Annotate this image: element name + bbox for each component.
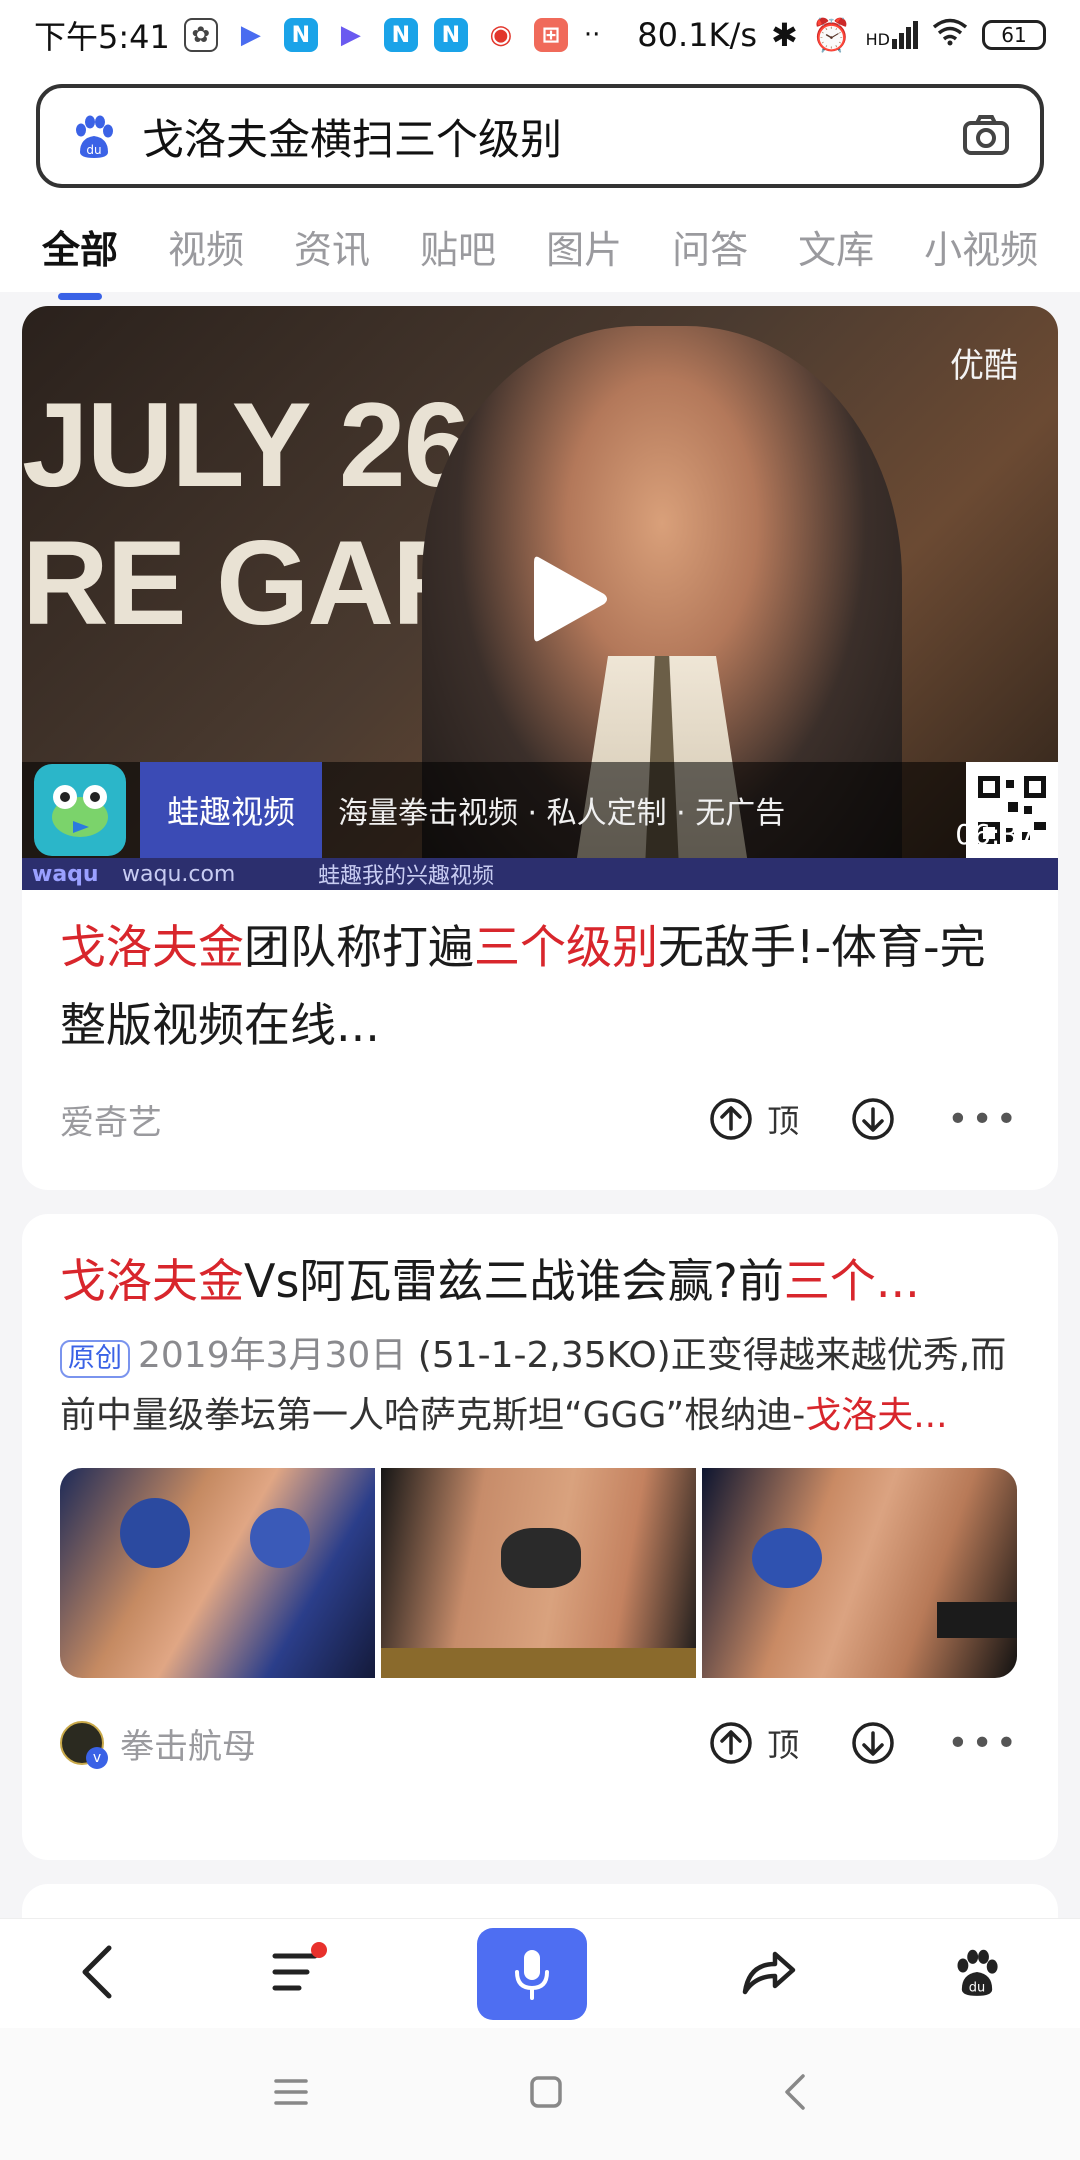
weibo-app-icon: ◉ [489, 20, 513, 50]
result-source: 爱奇艺 [60, 1102, 162, 1143]
play-icon[interactable] [530, 552, 610, 646]
strip-text: 蛙趣我的兴趣视频 [318, 864, 495, 889]
browser-toolbar: du [0, 1918, 1080, 2028]
baidu-paw-app-icon: ✿ [183, 18, 218, 52]
result-title[interactable]: 戈洛夫金团队称打遍三个级别无敌手!-体育-完整版视频在线... [22, 890, 1058, 1064]
baidu-logo-icon: du [68, 110, 120, 162]
svg-text:du: du [86, 143, 101, 157]
video-thumbnail[interactable]: JULY 26 RE GARDE 优酷 蛙趣视频 海量拳击视频 · 私人定制 ·… [22, 306, 1058, 890]
tab-images[interactable]: 图片 [546, 219, 622, 274]
upvote-label[interactable]: 顶 [767, 1720, 799, 1766]
video-ad-banner: 蛙趣视频 海量拳击视频 · 私人定制 · 无广告 [22, 762, 1058, 858]
result-date: 2019年3月30日 [138, 1335, 407, 1376]
downvote-icon[interactable] [851, 1097, 895, 1141]
tab-tieba[interactable]: 贴吧 [420, 219, 496, 274]
recent-apps-icon[interactable] [273, 2077, 309, 2111]
n-app-icon-3: N [433, 18, 468, 52]
search-input[interactable]: du 戈洛夫金横扫三个级别 [36, 84, 1044, 188]
tab-wenku[interactable]: 文库 [798, 219, 874, 274]
strip-url: waqu.com [122, 861, 236, 887]
notification-dot [311, 1941, 327, 1958]
author-avatar[interactable]: v [60, 1721, 108, 1769]
upvote-icon[interactable] [709, 1097, 753, 1141]
boxing-image-2[interactable] [381, 1468, 696, 1678]
more-options-icon[interactable]: ••• [947, 1099, 1020, 1140]
result-author[interactable]: 拳击航母 [120, 1719, 709, 1768]
home-icon[interactable] [529, 2075, 563, 2113]
waqu-frog-logo-icon [34, 764, 126, 856]
battery-icon: 61 [982, 20, 1046, 50]
grid-app-icon: ⊞ [533, 18, 568, 52]
system-back-icon[interactable] [783, 2073, 807, 2115]
strip-logo: waqu [32, 861, 99, 887]
wifi-icon [932, 16, 968, 54]
bluetooth-icon: ✱ [770, 16, 798, 54]
status-bar: 下午5:41 ✿ ▶ N ▶ N N ◉ ⊞ ·· 80.1K/s ✱ ⏰ HD… [0, 0, 1080, 70]
upvote-icon[interactable] [709, 1721, 753, 1765]
more-dots-icon: ·· [583, 20, 601, 50]
tab-news[interactable]: 资讯 [294, 219, 370, 274]
back-icon[interactable] [77, 1944, 117, 2004]
result-title[interactable]: 戈洛夫金Vs阿瓦雷兹三战谁会赢?前三个... [22, 1214, 1058, 1320]
more-options-icon[interactable]: ••• [947, 1723, 1020, 1764]
verified-badge-icon: v [86, 1747, 108, 1769]
alarm-icon: ⏰ [811, 16, 852, 54]
hd-signal-icon: HD [866, 21, 918, 49]
video-duration: 06:37 [955, 818, 1036, 851]
microphone-icon [515, 1949, 549, 2000]
result-description: 原创 2019年3月30日 (51-1-2,35KO)正变得越来越优秀,而前中量级… [60, 1335, 1007, 1436]
n-app-icon-2: N [383, 18, 418, 52]
boxing-image-3[interactable] [702, 1468, 1017, 1678]
video-bottom-strip: waqu waqu.com 蛙趣我的兴趣视频 [22, 858, 1058, 890]
tab-short-video[interactable]: 小视频 [924, 219, 1038, 274]
tab-all[interactable]: 全部 [42, 219, 118, 274]
voice-search-button[interactable] [477, 1927, 587, 2020]
n-app-icon: N [283, 18, 318, 52]
result-image-row [22, 1446, 1058, 1678]
original-badge: 原创 [60, 1340, 130, 1378]
camera-search-icon[interactable] [960, 110, 1012, 162]
baidu-home-icon[interactable]: du [951, 1946, 1003, 2002]
battery-level: 61 [1001, 23, 1027, 47]
network-label: HD [865, 30, 890, 49]
system-navigation-bar [0, 2028, 1080, 2160]
search-header: du 戈洛夫金横扫三个级别 全部 视频 资讯 贴吧 图片 问答 文库 小视频 [0, 70, 1080, 292]
tab-video[interactable]: 视频 [168, 219, 244, 274]
net-speed: 80.1K/s [637, 16, 757, 54]
result-card-article[interactable]: 戈洛夫金Vs阿瓦雷兹三战谁会赢?前三个... 原创 2019年3月30日 (51-… [22, 1214, 1058, 1860]
play-app-icon-2: ▶ [340, 20, 361, 50]
search-query-text: 戈洛夫金横扫三个级别 [142, 114, 563, 164]
boxing-image-1[interactable] [60, 1468, 375, 1678]
result-meta-row: v 拳击航母 顶 ••• [22, 1688, 1058, 1798]
share-icon[interactable] [741, 1948, 797, 2000]
waqu-slogan: 海量拳击视频 · 私人定制 · 无广告 [338, 796, 786, 831]
downvote-icon[interactable] [851, 1721, 895, 1765]
svg-text:du: du [969, 1980, 986, 1995]
result-meta-row: 爱奇艺 顶 ••• [22, 1064, 1058, 1174]
category-tabs: 全部 视频 资讯 贴吧 图片 问答 文库 小视频 [0, 200, 1080, 292]
tab-qa[interactable]: 问答 [672, 219, 748, 274]
play-app-icon: ▶ [240, 20, 261, 50]
waqu-brand: 蛙趣视频 [140, 762, 322, 858]
result-card-video[interactable]: JULY 26 RE GARDE 优酷 蛙趣视频 海量拳击视频 · 私人定制 ·… [22, 306, 1058, 1190]
upvote-label[interactable]: 顶 [767, 1096, 799, 1142]
youku-watermark: 优酷 [950, 346, 1018, 386]
menu-icon[interactable] [271, 1941, 327, 2000]
status-time: 下午5:41 [34, 18, 170, 56]
